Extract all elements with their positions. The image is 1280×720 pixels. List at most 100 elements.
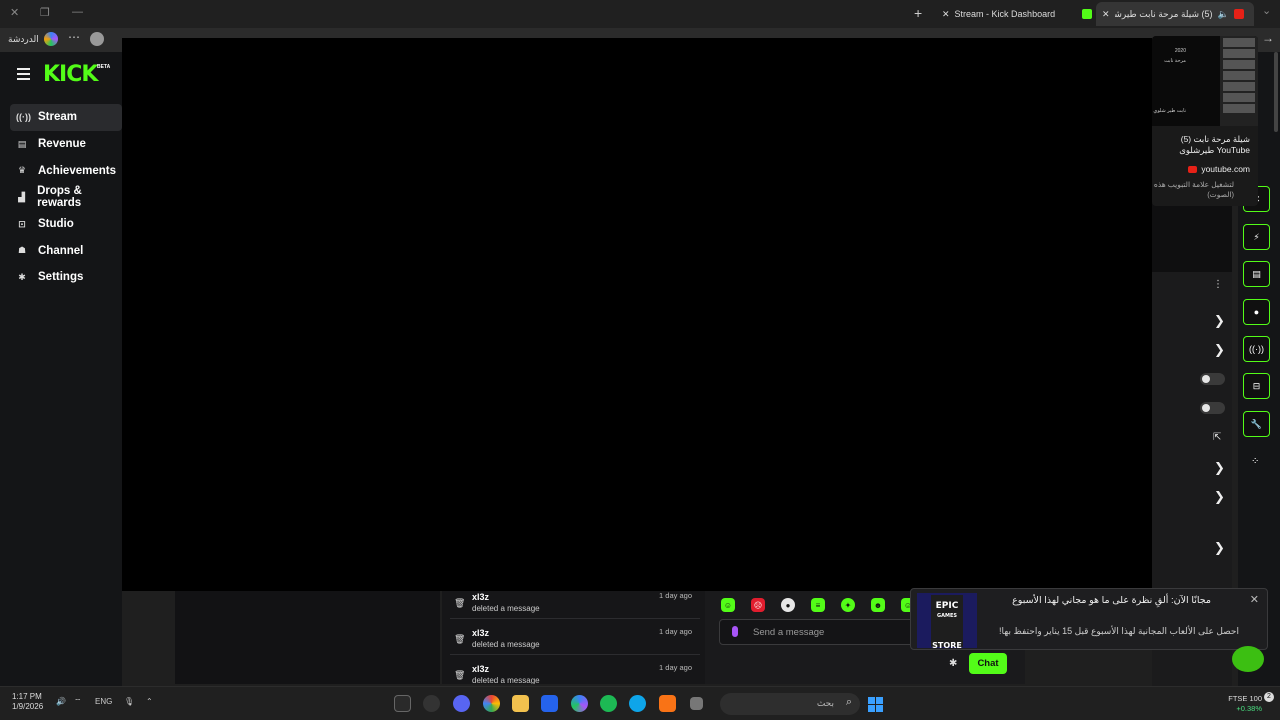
preview-site: youtube.com — [1188, 164, 1250, 174]
emote-button[interactable]: ✦ — [841, 598, 855, 612]
bottom-left-panel — [175, 591, 440, 684]
wrench-icon: 🔧 — [1250, 418, 1263, 429]
stock-change: +0.38% — [1236, 704, 1262, 713]
obs-app-icon[interactable] — [423, 695, 440, 712]
rail-button-broadcast[interactable]: ((·)) — [1243, 336, 1270, 362]
chevron-right-icon[interactable]: ❯ — [1214, 489, 1225, 505]
search-icon: ⌕ — [845, 696, 852, 708]
rail-button-chat[interactable]: ● — [1243, 299, 1270, 325]
epic-games-toast[interactable]: EPIC GAMES STORE مجانًا الآن: ألقِ نظرة … — [910, 588, 1268, 650]
broadcast-icon: ((·)) — [1249, 344, 1264, 354]
channel-icon: ☗ — [17, 245, 27, 256]
copilot-app-icon[interactable] — [571, 695, 588, 712]
chevron-up-icon[interactable]: ⌃ — [146, 697, 153, 706]
rail-button-notes[interactable]: ▤ — [1243, 261, 1270, 287]
new-tab-button[interactable]: + — [914, 5, 922, 21]
edge-app-icon[interactable] — [629, 695, 646, 712]
store-app-icon[interactable] — [541, 695, 558, 712]
tab-youtube[interactable]: ✕ (5) شيلة مرحة نابت طيرشلوى 🔈 — [1096, 2, 1254, 26]
more-apps-icon[interactable]: ⁘ — [1251, 456, 1259, 467]
sidebar-item-achievements[interactable]: ♛ Achievements — [10, 157, 122, 184]
stock-widget[interactable]: FTSE 100 +0.38% — [1228, 694, 1262, 714]
rail-button-tools[interactable]: 🔧 — [1243, 411, 1270, 437]
activity-message: deleted a message — [472, 640, 540, 649]
sidebar-item-channel[interactable]: ☗ Channel — [10, 237, 122, 264]
minimize-window-icon[interactable]: — — [72, 6, 83, 18]
stock-name: FTSE 100 — [1228, 694, 1262, 703]
forward-arrow-icon[interactable]: → — [1262, 31, 1274, 45]
clock[interactable]: 1:17 PM 1/9/2026 — [12, 692, 43, 712]
restore-window-icon[interactable]: ❐ — [40, 6, 50, 19]
sidebar-item-label: Studio — [38, 218, 74, 231]
activity-user[interactable]: xl3z — [472, 664, 489, 674]
more-options-icon[interactable]: ⋯ — [68, 30, 80, 44]
tab-list-chevron-icon[interactable]: ⌄ — [1262, 4, 1271, 17]
rail-button-lightning[interactable]: ⚡ — [1243, 224, 1270, 250]
chrome-app-icon[interactable] — [483, 695, 500, 712]
scrollbar[interactable] — [1274, 52, 1278, 132]
wifi-icon[interactable]: ⌔ — [74, 697, 82, 707]
activity-user[interactable]: xl3z — [472, 592, 489, 602]
preview-site-label: youtube.com — [1201, 164, 1250, 174]
app-icon[interactable] — [659, 695, 676, 712]
activity-row: 🗑 xl3z deleted a message 1 day ago — [442, 627, 705, 663]
app-icon[interactable] — [690, 697, 703, 710]
black-video-overlay — [122, 38, 1152, 591]
activity-message: deleted a message — [472, 604, 540, 613]
emote-button[interactable]: ☹ — [751, 598, 765, 612]
kick-logo[interactable]: KICK — [43, 62, 98, 87]
notification-badge[interactable]: 2 — [1264, 692, 1274, 702]
close-window-icon[interactable]: ✕ — [10, 6, 19, 19]
chat-settings-gear-icon[interactable]: ✱ — [949, 658, 957, 669]
emote-button[interactable]: ● — [781, 598, 795, 612]
settings-toggle[interactable] — [1200, 402, 1225, 414]
windows-start-icon[interactable] — [868, 697, 883, 712]
rail-button-layout[interactable]: ⊟ — [1243, 373, 1270, 399]
sidebar-item-studio[interactable]: ⊡ Studio — [10, 211, 122, 238]
language-indicator[interactable]: ENG — [95, 697, 112, 706]
popout-icon[interactable]: ⇱ — [1213, 432, 1221, 443]
sidebar-item-label: Settings — [38, 271, 84, 284]
tab-label: Stream - Kick Dashboard — [954, 9, 1056, 19]
sidebar-item-settings[interactable]: ✱ Settings — [10, 264, 122, 291]
microphone-icon[interactable]: 🎙 — [124, 697, 134, 706]
tab-close-icon[interactable]: ✕ — [942, 9, 950, 20]
hamburger-menu-icon[interactable] — [17, 68, 30, 83]
profile-avatar[interactable] — [90, 32, 104, 46]
chevron-right-icon[interactable]: ❯ — [1214, 540, 1225, 556]
emote-button[interactable]: ≡ — [811, 598, 825, 612]
clock-time: 1:17 PM — [12, 692, 42, 701]
tab-close-icon[interactable]: ✕ — [1102, 9, 1110, 20]
copilot-icon — [43, 32, 58, 46]
sidebar-item-drops[interactable]: ▟ Drops & rewards — [10, 184, 122, 211]
tab-kick-favicon[interactable] — [1076, 2, 1098, 26]
chevron-right-icon[interactable]: ❯ — [1214, 460, 1225, 476]
volume-icon[interactable]: 🔊 — [56, 697, 66, 706]
copilot-chat-button[interactable]: الدردشة — [8, 32, 58, 46]
emote-button[interactable]: ☻ — [871, 598, 885, 612]
emote-button[interactable]: ☺ — [721, 598, 735, 612]
browser-tab-strip: ✕ ❐ — + ✕ Stream - Kick Dashboard ✕ (5) … — [0, 0, 1280, 28]
spotify-app-icon[interactable] — [600, 695, 617, 712]
thumb-text: مرحة نابت — [1164, 58, 1186, 64]
sidebar-item-revenue[interactable]: ▤ Revenue — [10, 131, 122, 158]
sidebar-item-stream[interactable]: ((·)) Stream — [10, 104, 122, 131]
file-explorer-app-icon[interactable] — [512, 695, 529, 712]
sidebar-item-label: Stream — [38, 111, 77, 124]
chat-send-button[interactable]: Chat — [969, 653, 1007, 674]
thumb-sidebar — [1220, 36, 1258, 126]
chevron-right-icon[interactable]: ❯ — [1214, 342, 1225, 358]
floating-action-button[interactable] — [1232, 646, 1264, 672]
speaker-icon[interactable]: 🔈 — [1218, 9, 1229, 20]
settings-toggle[interactable] — [1200, 373, 1225, 385]
epic-games-app-icon[interactable] — [394, 695, 411, 712]
more-options-icon[interactable]: ⋮ — [1213, 279, 1223, 290]
chat-message-input[interactable]: Send a message — [719, 619, 919, 645]
discord-app-icon[interactable] — [453, 695, 470, 712]
taskbar-search[interactable]: بحث ⌕ — [720, 693, 860, 715]
tab-kick-dashboard[interactable]: ✕ Stream - Kick Dashboard — [936, 2, 1061, 26]
chevron-right-icon[interactable]: ❯ — [1214, 313, 1225, 329]
microphone-icon[interactable] — [732, 626, 738, 637]
close-icon[interactable]: ✕ — [1250, 593, 1259, 606]
activity-user[interactable]: xl3z — [472, 628, 489, 638]
